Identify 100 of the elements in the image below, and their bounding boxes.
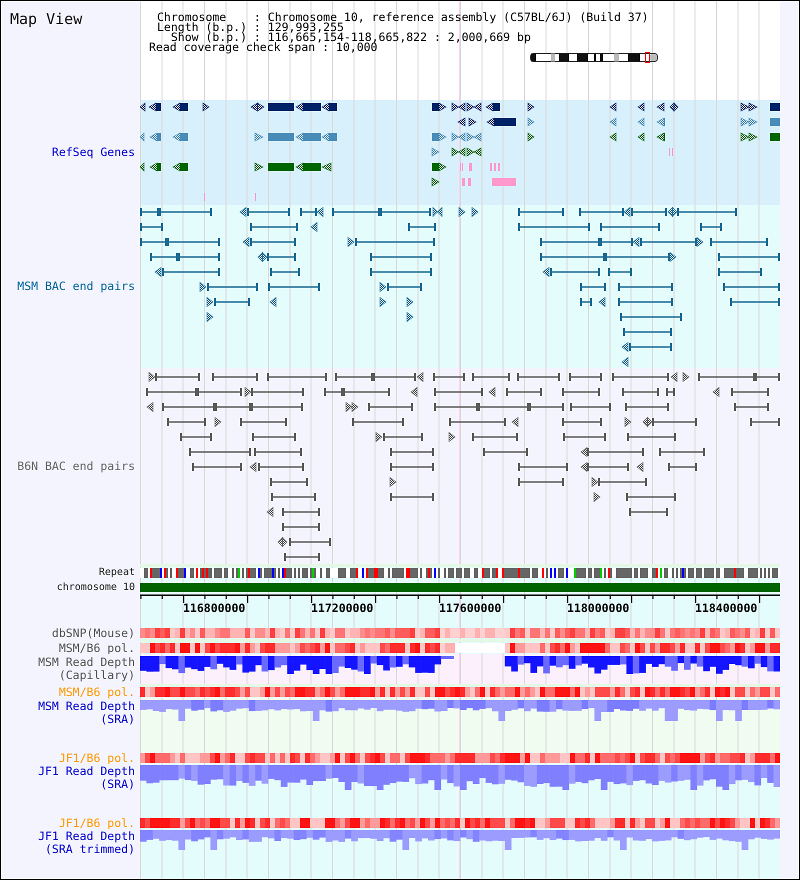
bac-end-pair <box>518 478 564 486</box>
bac-end-pair <box>731 388 769 396</box>
ruler-label: 118000000 <box>567 601 630 615</box>
gene-feature <box>254 162 264 172</box>
gene-feature <box>254 132 264 142</box>
bac-end-pair <box>629 343 672 351</box>
bac-end-pair <box>300 208 317 216</box>
bac-end-pair <box>587 448 644 456</box>
bac-end-marker <box>668 206 678 218</box>
track-label: MSM Read Depth (SRA) <box>38 700 135 726</box>
bac-end-pair <box>162 268 220 276</box>
bac-end-pair <box>666 388 675 396</box>
bac-end-pair <box>640 238 697 246</box>
track-label: JF1/B6 pol. <box>58 753 135 763</box>
bac-end-marker <box>636 462 644 472</box>
bac-end-marker <box>712 386 720 398</box>
info-line: Read coverage check span : 10,000 <box>148 42 378 52</box>
bac-end-pair <box>250 223 298 231</box>
bac-end-pair <box>518 463 568 471</box>
bac-end-pair <box>189 448 251 456</box>
bac-end-marker <box>214 416 222 428</box>
bac-end-pair <box>192 463 242 471</box>
gene-feature <box>432 147 440 157</box>
ruler-label: 117200000 <box>311 601 374 615</box>
bac-end-pair <box>212 373 258 381</box>
gene-feature <box>452 147 466 157</box>
gene-feature <box>452 132 466 142</box>
bac-end-pair <box>506 388 542 396</box>
bac-end-pair <box>270 478 308 486</box>
bac-end-pair <box>271 493 316 501</box>
track-label: chromosome 10 <box>56 583 135 593</box>
bac-end-marker <box>594 492 600 502</box>
gene-feature <box>486 117 516 127</box>
bac-end-marker <box>670 252 676 262</box>
track-label: MSM/B6 pol. <box>58 643 135 653</box>
gene-feature <box>149 132 161 142</box>
bac-end-marker <box>278 536 288 548</box>
bac-end-pair <box>598 478 647 486</box>
gene-feature <box>432 177 440 187</box>
track-label: JF1 Read Depth (SRA trimmed) <box>38 830 135 856</box>
track-label: MSM Read Depth (Capillary) <box>38 656 135 682</box>
bac-end-marker <box>448 432 456 442</box>
bac-end-marker <box>624 206 630 218</box>
gene-feature <box>452 102 466 112</box>
bac-end-marker <box>406 312 414 322</box>
ruler-label: 117600000 <box>439 601 502 615</box>
bac-end-pair <box>247 208 290 216</box>
gene-feature <box>172 102 188 112</box>
bac-end-marker <box>348 236 354 248</box>
bac-end-pair <box>390 448 434 456</box>
bac-end-marker <box>458 206 466 218</box>
bac-end-pair <box>668 463 697 471</box>
bac-end-pair <box>579 208 624 216</box>
bac-end-pair <box>700 223 722 231</box>
gene-feature <box>172 132 188 142</box>
bac-end-pair <box>383 433 423 441</box>
bac-end-pair <box>258 463 304 471</box>
bac-end-pair <box>254 448 302 456</box>
bac-end-marker <box>670 372 678 382</box>
bac-end-pair <box>390 463 434 471</box>
bac-end-marker <box>316 206 324 218</box>
bac-end-marker <box>472 206 478 218</box>
bac-end-marker <box>642 416 652 428</box>
bac-end-pair <box>587 463 629 471</box>
bac-end-marker <box>580 462 588 472</box>
bac-end-pair <box>180 433 212 441</box>
track-label: Repeat <box>98 568 135 578</box>
bac-end-marker <box>244 386 252 398</box>
bac-end-pair <box>623 328 672 336</box>
bac-end-pair <box>608 268 632 276</box>
bac-end-pair <box>734 403 769 411</box>
bac-end-pair <box>270 268 300 276</box>
bac-end-marker <box>410 386 418 398</box>
bac-end-pair <box>252 433 296 441</box>
bac-end-pair <box>659 448 705 456</box>
bac-end-marker <box>696 236 704 248</box>
bac-end-pair <box>434 388 483 396</box>
bac-end-pair <box>408 223 436 231</box>
bac-end-pair <box>251 388 304 396</box>
gene-feature <box>466 132 482 142</box>
bac-end-pair <box>472 373 510 381</box>
bac-end-pair <box>167 418 206 426</box>
gene-feature <box>149 162 161 172</box>
bac-end-pair <box>140 223 163 231</box>
bac-end-marker <box>240 206 246 218</box>
bac-end-pair <box>267 373 327 381</box>
bac-end-pair <box>370 268 432 276</box>
bac-end-pair <box>289 538 331 546</box>
gene-feature <box>670 102 678 112</box>
bac-end-pair <box>710 238 768 246</box>
bac-end-pair <box>580 283 606 291</box>
gene-feature <box>466 147 482 157</box>
bac-end-pair <box>518 208 564 216</box>
bac-end-pair <box>240 418 287 426</box>
info-line: Show (b.p.) : 116,665,154-118,665,822 : 2,000,669 bp <box>170 32 531 42</box>
bac-end-pair <box>449 418 506 426</box>
bac-end-pair <box>677 208 737 216</box>
bac-end-marker <box>206 312 214 322</box>
bac-end-marker <box>380 296 386 308</box>
bac-end-pair <box>750 418 780 426</box>
